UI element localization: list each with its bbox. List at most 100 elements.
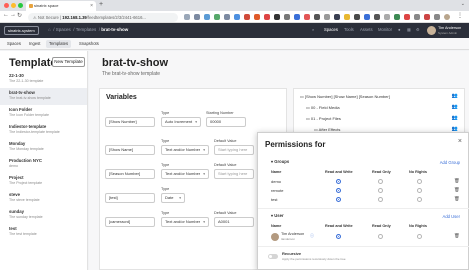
list-item[interactable]: test The test template (0, 224, 87, 241)
type-select[interactable]: Text and/or Number ▾ (161, 145, 209, 155)
nav-assets[interactable]: Assets (360, 27, 373, 32)
new-tab-icon[interactable]: + (99, 1, 103, 8)
extension-icon[interactable] (384, 14, 390, 20)
type-select[interactable]: Date ▾ (161, 193, 185, 203)
list-item[interactable]: Production NYC demo (0, 156, 87, 173)
nav-monitor[interactable]: Monitor (378, 27, 392, 32)
back-icon[interactable]: ← (3, 12, 9, 18)
read-write-radio[interactable] (336, 179, 341, 184)
extension-icon[interactable] (234, 14, 240, 20)
new-template-button[interactable]: New Template (52, 57, 85, 67)
read-write-radio[interactable] (336, 188, 341, 193)
type-select[interactable]: Text and/or Number ▾ (161, 217, 209, 227)
type-select[interactable]: Auto Increment ▾ (161, 117, 201, 127)
read-only-radio[interactable] (378, 188, 383, 193)
extension-icon[interactable] (264, 14, 270, 20)
type-select[interactable]: Text and/or Number ▾ (161, 169, 209, 179)
group-icon[interactable]: 👥 (452, 115, 458, 121)
trash-icon[interactable]: 🗑 (454, 196, 460, 202)
add-group-button[interactable]: Add Group (440, 160, 460, 165)
trash-icon[interactable]: 🗑 (454, 187, 460, 193)
apps-icon[interactable]: ▦ (407, 27, 411, 32)
extension-icon[interactable] (334, 14, 340, 20)
tab-snapshots[interactable]: Snapshots (76, 40, 102, 48)
default-value-input[interactable]: Start typing here (214, 169, 254, 179)
minimize-window-dot[interactable] (11, 3, 16, 8)
extension-icon[interactable] (424, 14, 430, 20)
extension-icon[interactable] (224, 14, 230, 20)
menu-dots-icon[interactable]: ⋮ (457, 12, 463, 19)
tab-templates[interactable]: Templates (46, 40, 72, 48)
info-icon[interactable]: ⓘ (310, 233, 314, 239)
nav-spaces[interactable]: Spaces (324, 27, 338, 32)
list-item[interactable]: Project The Project template (0, 173, 87, 190)
tree-row[interactable]: ▭ 00 - Field Media (306, 103, 340, 112)
browser-tab[interactable]: sinatrix space × (26, 1, 96, 11)
notifications-icon[interactable]: ● (398, 27, 401, 32)
extension-icon[interactable] (374, 14, 380, 20)
search-icon[interactable]: ⌕ (312, 27, 314, 32)
chevron-down-icon[interactable]: ⌄ (461, 1, 465, 7)
extension-icon[interactable] (394, 14, 400, 20)
no-rights-radio[interactable] (417, 197, 422, 202)
extension-icon[interactable] (314, 14, 320, 20)
read-write-radio[interactable] (336, 234, 341, 239)
variable-name-field[interactable]: [Season Number] (105, 169, 155, 179)
list-item[interactable]: brat-tv-show The brat-tv-show template (0, 88, 87, 105)
read-only-radio[interactable] (378, 179, 383, 184)
list-item[interactable]: 22-1-30 The 22-1-30 template (0, 71, 87, 88)
extension-icon[interactable] (404, 14, 410, 20)
avatar[interactable] (427, 26, 436, 35)
nav-tools[interactable]: Tools (344, 27, 354, 32)
project-switcher[interactable]: sinatrix-system (4, 26, 39, 35)
profile-avatar-icon[interactable] (444, 14, 450, 20)
breadcrumb-spaces[interactable]: Spaces (56, 27, 71, 32)
read-write-radio[interactable] (336, 197, 341, 202)
tree-row[interactable]: ▭ 01 - Project Files (306, 114, 341, 123)
breadcrumb-templates[interactable]: Templates (76, 27, 97, 32)
list-item[interactable]: Indiestor-template The Indiestor-template… (0, 122, 87, 139)
extension-icon[interactable] (294, 14, 300, 20)
variable-name-field[interactable]: [Show Number] (105, 117, 155, 127)
groups-section-toggle[interactable]: ▾ Groups (271, 159, 289, 164)
add-user-button[interactable]: Add User (443, 214, 460, 219)
extension-icon[interactable] (354, 14, 360, 20)
tree-row[interactable]: ▭ [Show Number] [Show Name] [Season Numb… (300, 92, 390, 101)
default-value-input[interactable]: Start typing here (214, 145, 254, 155)
close-window-dot[interactable] (4, 3, 9, 8)
user-section-toggle[interactable]: ▾ User (271, 213, 284, 218)
extension-icon[interactable] (344, 14, 350, 20)
list-item[interactable]: Monday The Monday template (0, 139, 87, 156)
variable-name-field[interactable]: [test] (105, 193, 155, 203)
tab-spaces[interactable]: Spaces (4, 40, 24, 48)
variable-name-field[interactable]: [cameracrd] (105, 217, 155, 227)
read-only-radio[interactable] (378, 197, 383, 202)
extension-icon[interactable] (254, 14, 260, 20)
maximize-window-dot[interactable] (18, 3, 23, 8)
extension-icon[interactable] (184, 14, 190, 20)
extension-icon[interactable] (434, 14, 440, 20)
extension-icon[interactable] (204, 14, 210, 20)
settings-icon[interactable]: ⚙ (416, 27, 420, 32)
read-only-radio[interactable] (378, 234, 383, 239)
tab-ingest[interactable]: Ingest (26, 40, 43, 48)
no-rights-radio[interactable] (417, 234, 422, 239)
group-icon[interactable]: 👥 (452, 93, 458, 99)
extension-icon[interactable] (244, 14, 250, 20)
group-icon[interactable]: 👥 (452, 104, 458, 110)
list-item[interactable]: Icon Folder The Icon Folder template (0, 105, 87, 122)
list-item[interactable]: sunday The sunday template (0, 207, 87, 224)
extension-icon[interactable] (414, 14, 420, 20)
extension-icon[interactable] (304, 14, 310, 20)
forward-icon[interactable]: → (10, 12, 16, 18)
close-icon[interactable]: × (90, 1, 93, 11)
default-value-input[interactable]: A0001 (214, 217, 254, 227)
trash-icon[interactable]: 🗑 (454, 233, 460, 239)
list-item[interactable]: steve The steve template (0, 190, 87, 207)
recursive-toggle[interactable] (268, 254, 278, 259)
extension-icon[interactable] (194, 14, 200, 20)
extension-icon[interactable] (324, 14, 330, 20)
reload-icon[interactable]: ↻ (17, 12, 22, 19)
no-rights-radio[interactable] (417, 179, 422, 184)
no-rights-radio[interactable] (417, 188, 422, 193)
